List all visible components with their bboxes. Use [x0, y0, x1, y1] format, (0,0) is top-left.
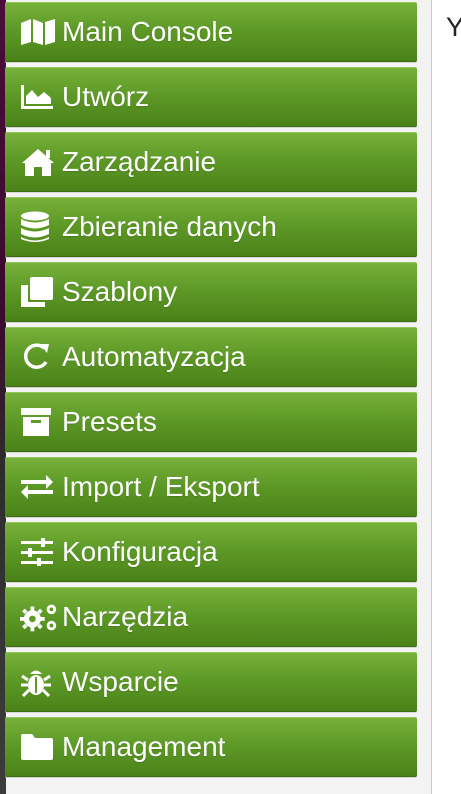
sidebar-item-label: Utwórz	[62, 81, 150, 112]
exchange-icon	[20, 471, 60, 503]
sidebar-item-szablony[interactable]: Szablony	[5, 262, 417, 322]
sidebar-item-presets[interactable]: Presets	[5, 392, 417, 452]
sidebar-item-wsparcie[interactable]: Wsparcie	[5, 652, 417, 712]
sidebar-item-narzedzia[interactable]: Narzędzia	[5, 587, 417, 647]
sidebar-item-label: Management	[62, 731, 226, 762]
clone-icon	[20, 276, 60, 308]
sidebar-item-label: Zarządzanie	[62, 146, 217, 177]
sliders-icon	[20, 536, 60, 568]
sidebar-item-zarzadzanie[interactable]: Zarządzanie	[5, 132, 417, 192]
sidebar-item-label: Konfiguracja	[62, 536, 218, 567]
sidebar-item-main-console[interactable]: Main Console	[5, 2, 417, 62]
sidebar-item-label: Presets	[62, 406, 157, 437]
gears-icon	[20, 601, 60, 633]
sidebar-item-zbieranie-danych[interactable]: Zbieranie danych	[5, 197, 417, 257]
sidebar-item-management[interactable]: Management	[5, 717, 417, 777]
sidebar-item-label: Szablony	[62, 276, 178, 307]
sidebar-item-label: Narzędzia	[62, 601, 189, 632]
sidebar-item-automatyzacja[interactable]: Automatyzacja	[5, 327, 417, 387]
database-icon	[20, 211, 60, 243]
sidebar-item-label: Main Console	[62, 16, 234, 47]
sidebar-menu: Main Console Utwórz Zarządzanie Zbierani…	[5, 2, 417, 782]
sidebar-item-label: Import / Eksport	[62, 471, 260, 502]
home-icon	[20, 146, 60, 178]
sidebar-item-label: Zbieranie danych	[62, 211, 277, 242]
sidebar-item-label: Automatyzacja	[62, 341, 246, 372]
folder-icon	[20, 731, 60, 763]
sidebar: Main Console Utwórz Zarządzanie Zbierani…	[0, 0, 432, 794]
sidebar-item-label: Wsparcie	[62, 666, 179, 697]
main-content-area: Y	[432, 0, 461, 794]
area-chart-icon	[20, 81, 60, 113]
refresh-icon	[20, 341, 60, 373]
sidebar-item-konfiguracja[interactable]: Konfiguracja	[5, 522, 417, 582]
sidebar-item-import-eksport[interactable]: Import / Eksport	[5, 457, 417, 517]
map-icon	[20, 16, 60, 48]
archive-icon	[20, 406, 60, 438]
bug-icon	[20, 666, 60, 698]
app-root: Main Console Utwórz Zarządzanie Zbierani…	[0, 0, 461, 794]
content-heading-clipped: Y	[446, 12, 461, 42]
sidebar-item-utworz[interactable]: Utwórz	[5, 67, 417, 127]
